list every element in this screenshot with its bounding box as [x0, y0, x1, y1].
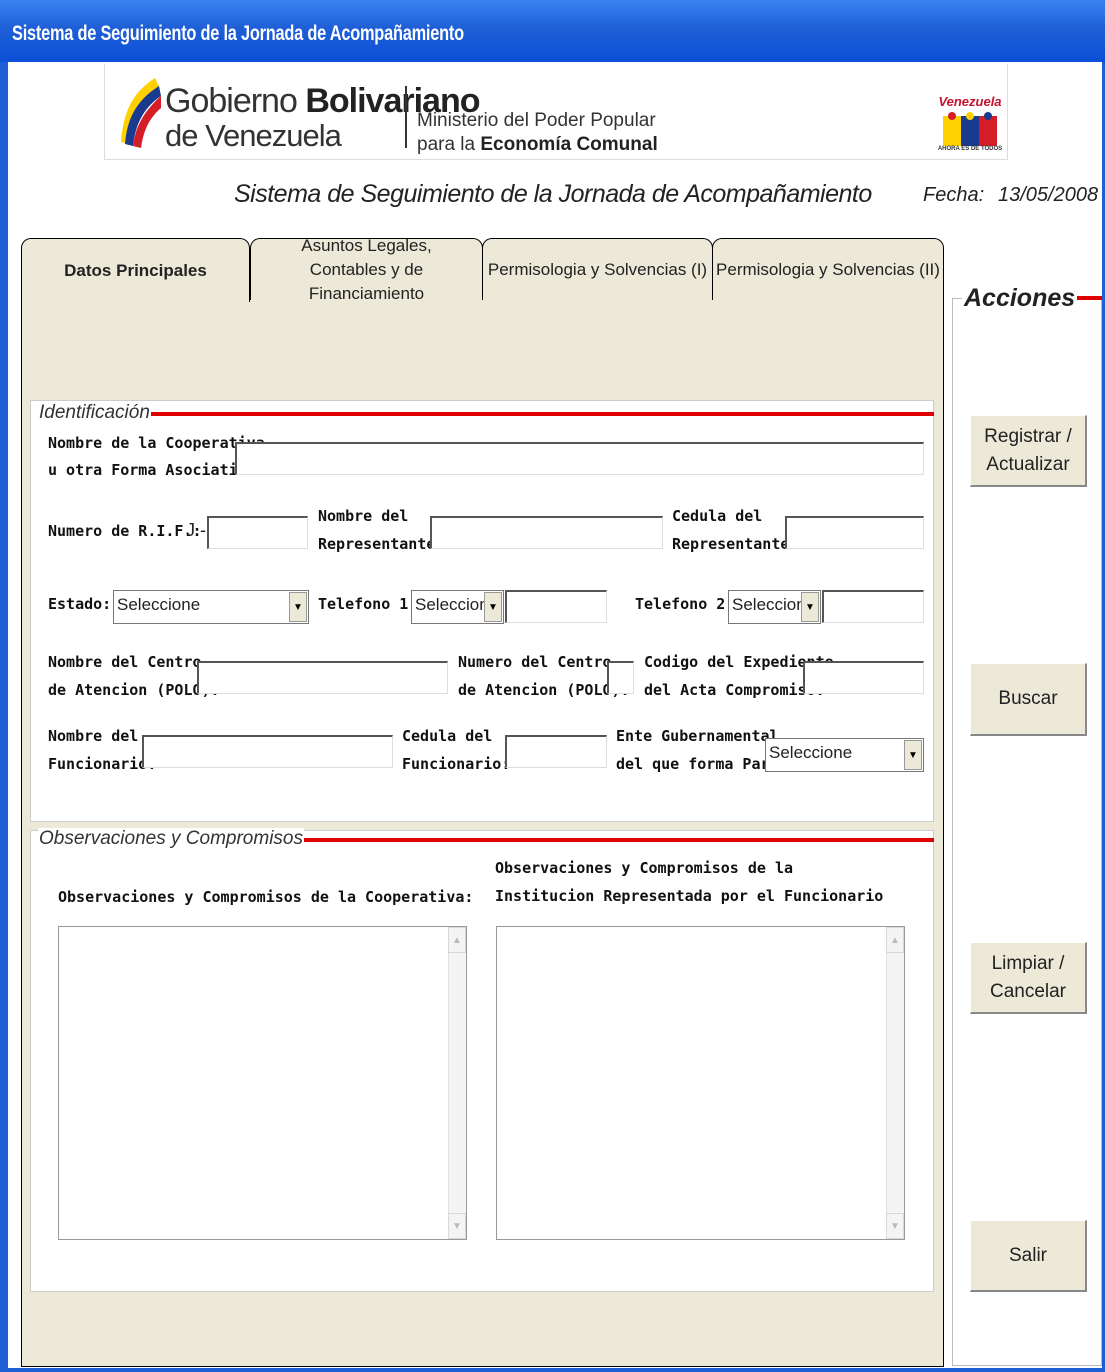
centro-numero-label-2: de Atencion (POLO): [458, 681, 630, 699]
rif-input[interactable] [207, 516, 308, 549]
estado-select-value: Seleccione [117, 595, 201, 614]
tab-datos-principales[interactable]: Datos Principales [21, 238, 250, 302]
acciones-legend: Acciones [962, 284, 1078, 313]
tab-label: Permisologia y Solvencias (II) [716, 259, 940, 279]
venezuela-logo-sub: AHORA ES DE TODOS [937, 146, 1003, 152]
telefono1-input[interactable] [505, 590, 607, 623]
chevron-down-icon[interactable]: ▼ [801, 592, 819, 622]
obs-institucion-label-2: Institucion Representada por el Funciona… [495, 887, 884, 905]
chevron-down-icon[interactable]: ▼ [289, 592, 307, 622]
ministry-line2: para la Economía Comunal [417, 134, 658, 156]
ministry-line1: Ministerio del Poder Popular [417, 110, 656, 131]
centro-nombre-input[interactable] [197, 661, 448, 694]
observaciones-legend: Observaciones y Compromisos [38, 828, 304, 850]
tab-label: Datos Principales [64, 260, 207, 280]
ente-select[interactable]: Seleccione ▼ [765, 738, 924, 772]
telefono1-code-select[interactable]: Seleccione ▼ [411, 590, 504, 624]
buscar-label: Buscar [998, 688, 1058, 709]
obs-cooperativa-label: Observaciones y Compromisos de la Cooper… [58, 888, 474, 906]
funcionario-cedula-label-1: Cedula del [402, 727, 493, 745]
limpiar-cancelar-button[interactable]: Limpiar / Cancelar [970, 942, 1087, 1014]
centro-numero-label-1: Numero del Centro [458, 653, 612, 671]
estado-label: Estado: [48, 595, 112, 613]
scroll-up-icon[interactable]: ▲ [448, 927, 466, 953]
scroll-down-icon[interactable]: ▼ [886, 1213, 904, 1239]
window-title: Sistema de Seguimiento de la Jornada de … [12, 22, 464, 45]
venezuela-flag-logo [121, 78, 161, 148]
gov-logo-line2: de Venezuela [165, 118, 342, 153]
nombre-representante-label-1: Nombre del [318, 507, 409, 525]
tab-strip: Datos Principales Asuntos Legales, Conta… [21, 236, 944, 303]
salir-button[interactable]: Salir [970, 1220, 1087, 1292]
rif-label: Numero de R.I.F.: [48, 522, 202, 540]
observaciones-accent-line [252, 838, 934, 842]
ministry-line2-bold: Economía Comunal [480, 134, 658, 155]
cedula-representante-label-1: Cedula del [672, 507, 763, 525]
registrar-label-2: Actualizar [986, 453, 1070, 475]
centro-numero-input[interactable] [607, 661, 634, 694]
codigo-expediente-input[interactable] [803, 661, 924, 694]
fecha-label: Fecha: [923, 184, 985, 206]
venezuela-logo-text: Venezuela [938, 94, 1002, 109]
telefono2-code-select[interactable]: Seleccione ▼ [728, 590, 821, 624]
scrollbar[interactable] [448, 927, 466, 1239]
scroll-up-icon[interactable]: ▲ [886, 927, 904, 953]
nombre-cooperativa-label-2: u otra Forma Asociativa [48, 461, 256, 479]
buscar-button[interactable]: Buscar [970, 663, 1087, 736]
tab-label: Asuntos Legales, Contables y de Financia… [301, 235, 432, 303]
salir-label: Salir [1008, 1244, 1047, 1266]
tab-label: Permisologia y Solvencias (I) [487, 259, 708, 279]
page-title: Sistema de Seguimiento de la Jornada de … [234, 180, 872, 208]
obs-cooperativa-textarea[interactable]: ▲ ▼ [58, 926, 467, 1240]
chevron-down-icon[interactable]: ▼ [484, 592, 502, 622]
identificacion-accent-line [128, 412, 934, 416]
centro-nombre-label-2: de Atencion (POLO): [48, 681, 220, 699]
window-titlebar: Sistema de Seguimiento de la Jornada de … [0, 0, 1105, 62]
registrar-label-1: Registrar / [984, 425, 1072, 447]
ente-label-1: Ente Gubernamental [616, 727, 779, 745]
people-icon [943, 112, 997, 146]
gov-logo-line1-prefix: Gobierno [165, 82, 306, 120]
registrar-actualizar-button[interactable]: Registrar / Actualizar [970, 415, 1087, 487]
obs-institucion-textarea[interactable]: ▲ ▼ [496, 926, 905, 1240]
cedula-representante-input[interactable] [785, 516, 924, 549]
estado-select[interactable]: Seleccione ▼ [113, 590, 309, 624]
limpiar-label-1: Limpiar / [991, 952, 1065, 974]
funcionario-nombre-label-2: Funcionario: [48, 755, 157, 773]
telefono1-label: Telefono 1: [318, 595, 418, 613]
telefono2-input[interactable] [822, 590, 924, 623]
nombre-cooperativa-label-1: Nombre de la Cooperativa [48, 434, 265, 452]
window-frame-bottom [0, 1368, 1105, 1372]
limpiar-label-2: Cancelar [989, 980, 1067, 1002]
identificacion-legend: Identificación [38, 402, 151, 424]
tab-permisologia-1[interactable]: Permisologia y Solvencias (I) [482, 238, 713, 300]
chevron-down-icon[interactable]: ▼ [904, 740, 922, 770]
telefono2-label: Telefono 2: [635, 595, 735, 613]
funcionario-cedula-input[interactable] [505, 735, 607, 768]
nombre-representante-input[interactable] [430, 516, 663, 549]
funcionario-nombre-input[interactable] [142, 735, 393, 768]
ente-select-value: Seleccione [769, 743, 853, 762]
banner-separator [405, 86, 407, 148]
tab-permisologia-2[interactable]: Permisologia y Solvencias (II) [712, 238, 944, 300]
rif-prefix: J - [186, 520, 206, 540]
nombre-cooperativa-input[interactable] [235, 442, 924, 475]
venezuela-campaign-logo: Venezuela AHORA ES DE TODOS [937, 94, 1003, 158]
funcionario-nombre-label-1: Nombre del [48, 727, 139, 745]
ministry-line2-prefix: para la [417, 134, 481, 155]
scroll-down-icon[interactable]: ▼ [448, 1213, 466, 1239]
cedula-representante-label-2: Representante: [672, 535, 799, 553]
funcionario-cedula-label-2: Funcionario: [402, 755, 511, 773]
window-frame-left [0, 62, 8, 1372]
nombre-representante-label-2: Representante: [318, 535, 445, 553]
centro-nombre-label-1: Nombre del Centro [48, 653, 202, 671]
obs-institucion-label-1: Observaciones y Compromisos de la [495, 859, 794, 877]
tab-asuntos-legales[interactable]: Asuntos Legales, Contables y de Financia… [250, 236, 483, 303]
header-banner: Gobierno Bolivariano de Venezuela Minist… [104, 64, 1008, 160]
codigo-expediente-label-2: del Acta Compromiso: [644, 681, 825, 699]
scrollbar[interactable] [886, 927, 904, 1239]
fecha-value: 13/05/2008 [998, 184, 1099, 206]
